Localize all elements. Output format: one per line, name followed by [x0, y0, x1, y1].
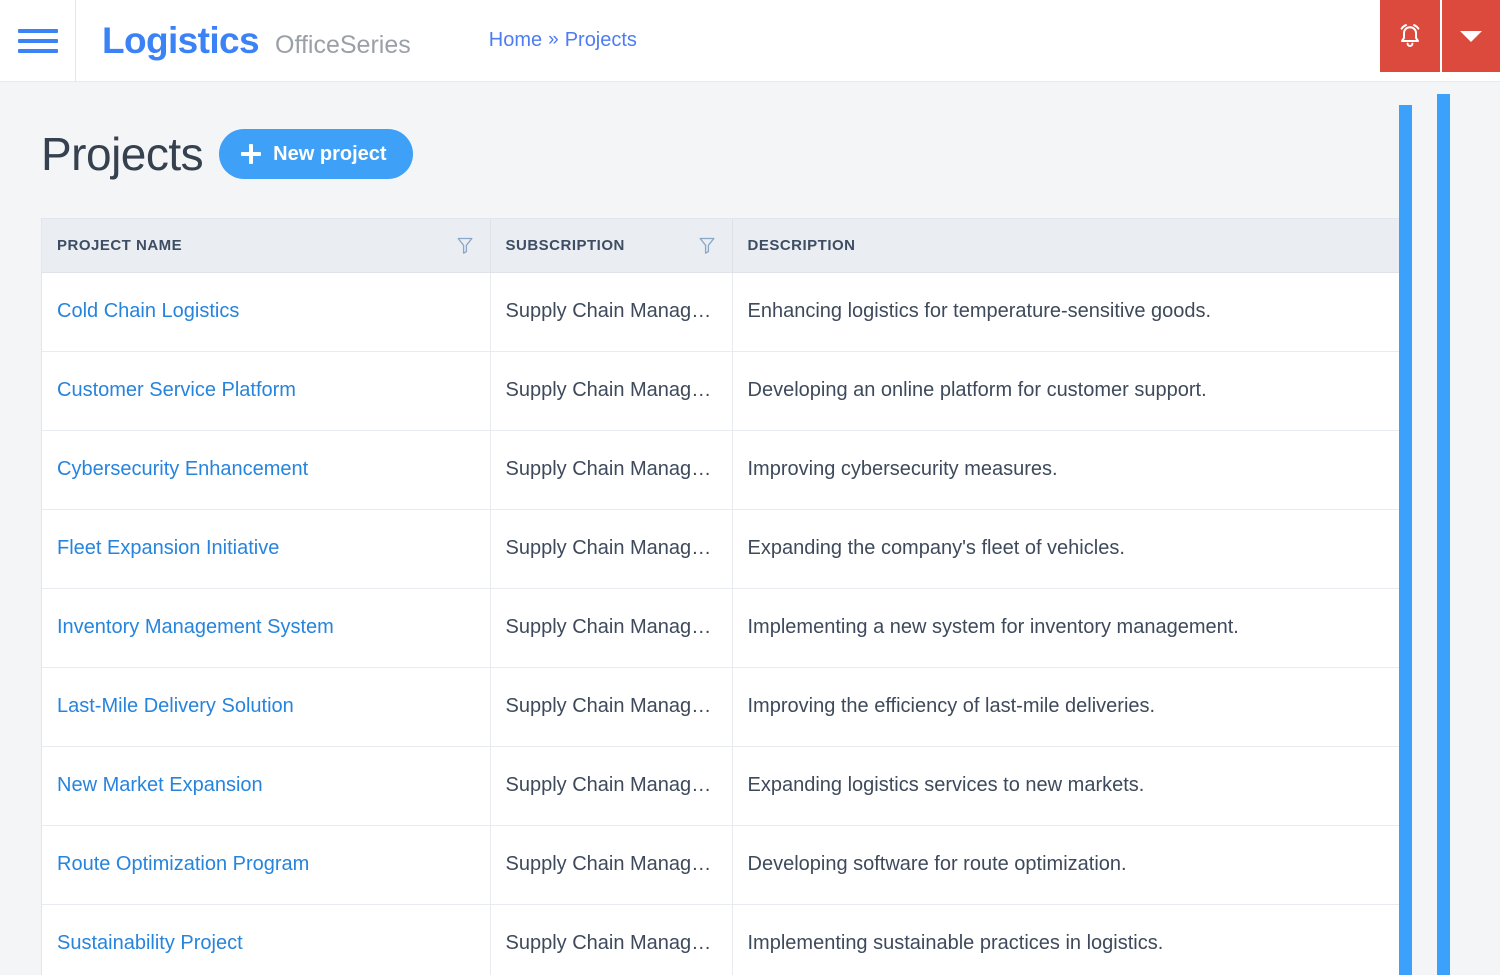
funnel-filter-icon-project-name[interactable] — [457, 237, 473, 254]
column-header-project-name[interactable]: PROJECT NAME — [42, 219, 491, 273]
table-header: PROJECT NAME SUBSCRIPTION DESCRIPTION — [42, 219, 1409, 273]
table-row: Customer Service Platform Supply Chain Ma… — [42, 351, 1409, 431]
table-row: New Market Expansion Supply Chain Manage…… — [42, 746, 1409, 826]
project-name-link[interactable]: Sustainability Project — [57, 932, 243, 954]
cell-subscription: Supply Chain Manage… — [490, 351, 733, 431]
cell-description: Improving the efficiency of last-mile de… — [732, 667, 1409, 747]
column-header-label: DESCRIPTION — [747, 236, 856, 254]
subscription-value: Supply Chain Manage… — [505, 932, 718, 954]
breadcrumb: Home » Projects — [489, 29, 637, 52]
table-row: Last-Mile Delivery Solution Supply Chain … — [42, 667, 1409, 747]
project-name-link[interactable]: Fleet Expansion Initiative — [57, 537, 279, 559]
cell-project-name: Fleet Expansion Initiative — [42, 509, 491, 589]
brand: Logistics OfficeSeries — [76, 22, 411, 59]
project-name-link[interactable]: Cybersecurity Enhancement — [57, 458, 308, 480]
table-row: Inventory Management System Supply Chain … — [42, 588, 1409, 668]
cell-description: Implementing sustainable practices in lo… — [732, 904, 1409, 975]
project-name-link[interactable]: Customer Service Platform — [57, 379, 296, 401]
breadcrumb-separator-icon: » — [548, 28, 559, 50]
subscription-value: Supply Chain Manage… — [505, 537, 718, 559]
subscription-value: Supply Chain Manage… — [505, 695, 718, 717]
page-header: Projects New project — [41, 82, 1500, 179]
table-header-row: PROJECT NAME SUBSCRIPTION DESCRIPTION — [42, 219, 1409, 273]
column-header-label: PROJECT NAME — [57, 236, 183, 254]
navbar-actions — [1380, 0, 1500, 72]
cell-description: Expanding logistics services to new mark… — [732, 746, 1409, 826]
subscription-value: Supply Chain Manage… — [505, 379, 718, 401]
bell-alarm-icon — [1400, 24, 1420, 47]
cell-description: Developing software for route optimizati… — [732, 825, 1409, 905]
brand-name: Logistics — [102, 20, 260, 61]
subscription-value: Supply Chain Manage… — [505, 458, 718, 480]
cell-description: Implementing a new system for inventory … — [732, 588, 1409, 668]
hamburger-menu-icon[interactable] — [0, 0, 76, 82]
project-name-link[interactable]: Last-Mile Delivery Solution — [57, 695, 294, 717]
subscription-value: Supply Chain Manage… — [505, 853, 718, 875]
cell-subscription: Supply Chain Manage… — [490, 509, 733, 589]
projects-table-container: PROJECT NAME SUBSCRIPTION DESCRIPTION Co… — [41, 218, 1410, 975]
top-navbar: Logistics OfficeSeries Home » Projects — [0, 0, 1500, 82]
alerts-button[interactable] — [1380, 0, 1442, 72]
cell-subscription: Supply Chain Manage… — [490, 272, 733, 352]
subscription-value: Supply Chain Manage… — [505, 774, 718, 796]
cell-subscription: Supply Chain Manage… — [490, 746, 733, 826]
subscription-value: Supply Chain Manage… — [505, 616, 718, 638]
project-name-link[interactable]: Route Optimization Program — [57, 853, 309, 875]
table-row: Cybersecurity Enhancement Supply Chain Ma… — [42, 430, 1409, 510]
cell-description: Improving cybersecurity measures. — [732, 430, 1409, 510]
cell-subscription: Supply Chain Manage… — [490, 825, 733, 905]
column-header-subscription[interactable]: SUBSCRIPTION — [490, 219, 733, 273]
cell-description: Expanding the company's fleet of vehicle… — [732, 509, 1409, 589]
cell-project-name: New Market Expansion — [42, 746, 491, 826]
cell-project-name: Cybersecurity Enhancement — [42, 430, 491, 510]
hamburger-line — [17, 38, 58, 43]
column-header-description[interactable]: DESCRIPTION — [732, 219, 1409, 273]
table-row: Fleet Expansion Initiative Supply Chain M… — [42, 509, 1409, 589]
column-header-label: SUBSCRIPTION — [505, 236, 625, 254]
funnel-filter-icon-subscription[interactable] — [699, 237, 715, 254]
new-project-button[interactable]: New project — [219, 129, 413, 179]
page-scrollbar-thumb[interactable] — [1437, 94, 1450, 975]
projects-table: PROJECT NAME SUBSCRIPTION DESCRIPTION Co… — [42, 219, 1409, 975]
cell-project-name: Customer Service Platform — [42, 351, 491, 431]
table-body: Cold Chain Logistics Supply Chain Manage…… — [42, 272, 1409, 975]
cell-description: Enhancing logistics for temperature-sens… — [732, 272, 1409, 352]
brand-suffix: OfficeSeries — [275, 31, 411, 59]
breadcrumb-link-projects[interactable]: Projects — [565, 29, 637, 52]
subscription-value: Supply Chain Manage… — [505, 300, 718, 322]
user-dropdown-button[interactable] — [1442, 0, 1500, 72]
hamburger-line — [17, 48, 58, 53]
page-title: Projects — [41, 128, 204, 180]
cell-description: Developing an online platform for custom… — [732, 351, 1409, 431]
cell-project-name: Route Optimization Program — [42, 825, 491, 905]
table-row: Route Optimization Program Supply Chain M… — [42, 825, 1409, 905]
plus-icon — [241, 144, 262, 164]
cell-subscription: Supply Chain Manage… — [490, 588, 733, 668]
cell-subscription: Supply Chain Manage… — [490, 904, 733, 975]
cell-project-name: Inventory Management System — [42, 588, 491, 668]
project-name-link[interactable]: New Market Expansion — [57, 774, 263, 796]
new-project-button-label: New project — [273, 142, 387, 165]
project-name-link[interactable]: Cold Chain Logistics — [57, 300, 239, 322]
chevron-down-icon — [1460, 30, 1482, 42]
cell-project-name: Last-Mile Delivery Solution — [42, 667, 491, 747]
project-name-link[interactable]: Inventory Management System — [57, 616, 334, 638]
hamburger-line — [17, 28, 58, 33]
cell-subscription: Supply Chain Manage… — [490, 430, 733, 510]
cell-subscription: Supply Chain Manage… — [490, 667, 733, 747]
cell-project-name: Sustainability Project — [42, 904, 491, 975]
breadcrumb-link-home[interactable]: Home — [489, 29, 542, 52]
cell-project-name: Cold Chain Logistics — [42, 272, 491, 352]
table-row: Cold Chain Logistics Supply Chain Manage…… — [42, 272, 1409, 352]
inner-scrollbar-thumb[interactable] — [1399, 105, 1412, 975]
page-content: Projects New project PROJECT NAME SUBSCR… — [0, 82, 1500, 975]
table-row: Sustainability Project Supply Chain Manag… — [42, 904, 1409, 975]
